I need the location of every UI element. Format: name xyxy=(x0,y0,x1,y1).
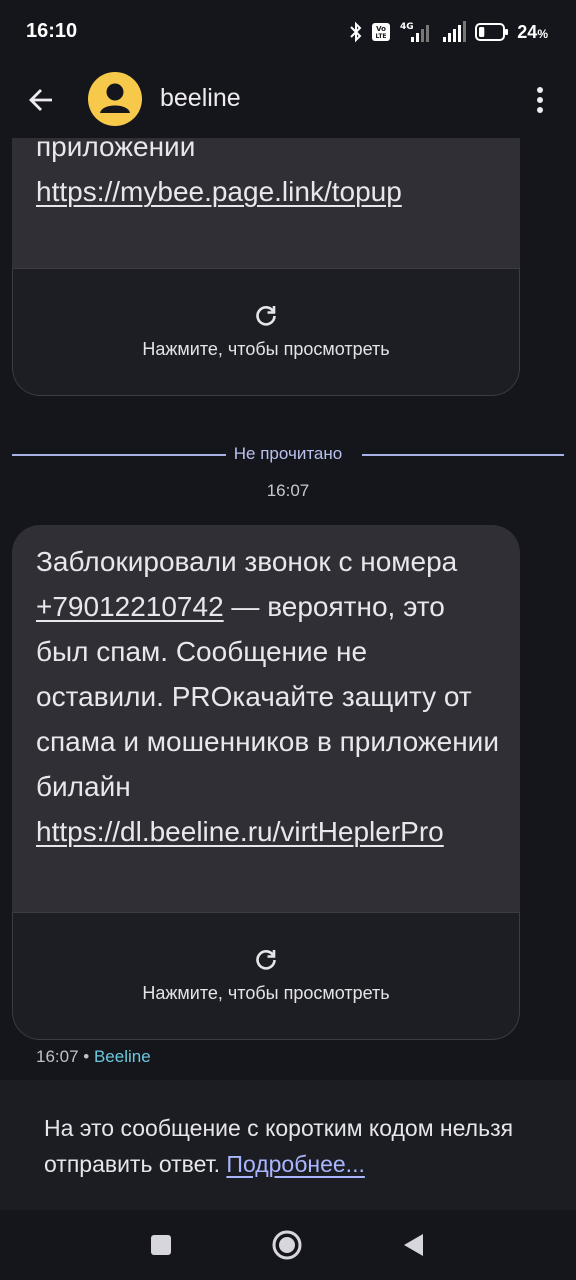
recents-button[interactable] xyxy=(144,1228,178,1262)
more-vert-icon xyxy=(537,87,543,113)
reply-disabled-notice: На это сообщение с коротким кодом нельзя… xyxy=(0,1080,576,1210)
network-label: 4G xyxy=(400,22,414,32)
meta-separator: • xyxy=(83,1047,90,1066)
status-icons: Vo LTE 4G 24% xyxy=(349,18,548,46)
svg-text:LTE: LTE xyxy=(376,33,387,40)
notice-text: На это сообщение с коротким кодом нельзя… xyxy=(44,1115,514,1177)
battery-percent: 24% xyxy=(517,21,548,42)
preview-label: Нажмите, чтобы просмотреть xyxy=(142,339,390,359)
battery-icon xyxy=(475,22,509,42)
person-icon xyxy=(100,83,130,113)
message-link[interactable]: https://dl.beeline.ru/virtHeplerPro xyxy=(36,816,444,847)
signal-icon xyxy=(441,20,467,44)
refresh-icon xyxy=(253,303,279,329)
link-preview-button[interactable]: Нажмите, чтобы просмотреть xyxy=(12,268,520,396)
back-arrow-icon xyxy=(29,89,52,111)
message-text: Заблокировали звонок с номера +790122107… xyxy=(36,546,499,847)
status-bar: 16:10 Vo LTE 4G 24% xyxy=(0,0,576,64)
back-button[interactable] xyxy=(18,77,64,123)
learn-more-link[interactable]: Подробнее... xyxy=(226,1151,364,1177)
message-bubble[interactable]: Заблокировали звонок с номера +790122107… xyxy=(12,525,520,1040)
bluetooth-icon xyxy=(349,21,363,43)
triangle-back-icon xyxy=(404,1234,423,1256)
status-time: 16:10 xyxy=(26,20,78,42)
more-options-button[interactable] xyxy=(528,77,552,123)
message-link[interactable]: https://mybee.page.link/topup xyxy=(36,176,402,207)
unread-label: Не прочитано xyxy=(229,444,347,463)
contact-name: beeline xyxy=(160,84,241,112)
back-nav-button[interactable] xyxy=(396,1228,430,1262)
link-preview-button[interactable]: Нажмите, чтобы просмотреть xyxy=(12,912,520,1040)
avatar[interactable] xyxy=(88,72,142,126)
unread-divider: Не прочитано xyxy=(12,443,564,467)
meta-time: 16:07 xyxy=(36,1047,79,1066)
messages-screen: 16:10 Vo LTE 4G 24% приложении https://m… xyxy=(0,0,576,1280)
svg-text:Vo: Vo xyxy=(376,25,386,33)
home-circle-icon xyxy=(272,1230,302,1260)
home-button[interactable] xyxy=(270,1228,304,1262)
square-icon xyxy=(151,1235,171,1255)
navigation-bar xyxy=(0,1210,576,1280)
message-bubble[interactable]: приложении https://mybee.page.link/topup… xyxy=(12,96,520,396)
phone-link[interactable]: +79012210742 xyxy=(36,591,224,622)
preview-label: Нажмите, чтобы просмотреть xyxy=(142,983,390,1003)
signal-4g-icon: 4G xyxy=(399,20,433,44)
volte-icon: Vo LTE xyxy=(371,22,391,42)
refresh-icon xyxy=(253,947,279,973)
message-meta: 16:07 • Beeline xyxy=(36,1047,151,1067)
message-timestamp: 16:07 xyxy=(266,481,310,500)
meta-sender: Beeline xyxy=(93,1047,151,1066)
app-bar: beeline xyxy=(0,64,576,138)
